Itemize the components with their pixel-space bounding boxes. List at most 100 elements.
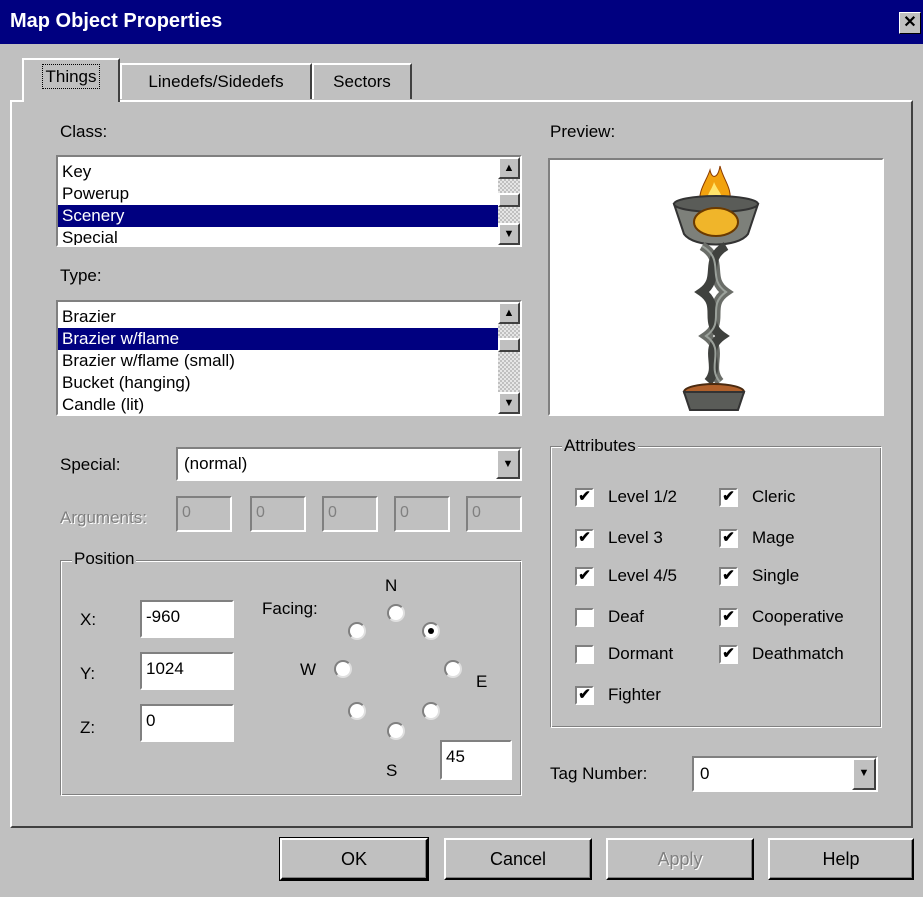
help-button[interactable]: Help bbox=[768, 838, 914, 880]
attributes-title: Attributes bbox=[562, 436, 638, 456]
ok-button[interactable]: OK bbox=[279, 837, 429, 881]
fighter-checkbox[interactable]: ✔ bbox=[575, 686, 594, 705]
class-scrollbar[interactable]: ▲ ▼ bbox=[498, 157, 520, 245]
argument-field: 0 bbox=[466, 496, 522, 532]
list-item-selected[interactable]: Brazier w/flame bbox=[58, 328, 498, 350]
dropdown-button[interactable]: ▼ bbox=[496, 449, 520, 479]
argument-field: 0 bbox=[322, 496, 378, 532]
special-value: (normal) bbox=[184, 454, 248, 473]
dormant-checkbox[interactable] bbox=[575, 645, 594, 664]
tag-number-dropdown[interactable]: 0 ▼ bbox=[692, 756, 878, 792]
scroll-up-button[interactable]: ▲ bbox=[498, 157, 520, 179]
deaf-label: Deaf bbox=[608, 607, 644, 626]
y-field[interactable]: 1024 bbox=[140, 652, 234, 690]
chevron-down-icon: ▼ bbox=[502, 458, 514, 470]
level-3-label: Level 3 bbox=[608, 528, 663, 547]
z-label: Z: bbox=[80, 718, 96, 737]
down-arrow-icon: ▼ bbox=[503, 228, 515, 240]
facing-radio-nw[interactable] bbox=[348, 622, 366, 640]
type-listbox[interactable]: Brazier Brazier w/flame Brazier w/flame … bbox=[56, 300, 522, 416]
check-icon: ✔ bbox=[722, 529, 735, 546]
list-item[interactable]: Powerup bbox=[58, 183, 498, 205]
close-icon: ✕ bbox=[903, 14, 917, 31]
level-4-5-label: Level 4/5 bbox=[608, 566, 677, 585]
x-field[interactable]: -960 bbox=[140, 600, 234, 638]
check-icon: ✔ bbox=[722, 488, 735, 505]
scroll-down-button[interactable]: ▼ bbox=[498, 223, 520, 245]
list-item[interactable]: Brazier w/flame (small) bbox=[58, 350, 498, 372]
facing-field[interactable]: 45 bbox=[440, 740, 512, 780]
check-icon: ✔ bbox=[578, 488, 591, 505]
list-item[interactable]: Bucket (hanging) bbox=[58, 372, 498, 394]
cleric-checkbox[interactable]: ✔ bbox=[719, 488, 738, 507]
scroll-thumb[interactable] bbox=[498, 338, 520, 352]
window-title: Map Object Properties bbox=[10, 10, 223, 32]
list-item[interactable]: Brazier bbox=[58, 306, 498, 328]
facing-radio-se[interactable] bbox=[422, 702, 440, 720]
deathmatch-checkbox[interactable]: ✔ bbox=[719, 645, 738, 664]
facing-radio-s[interactable] bbox=[387, 722, 405, 740]
facing-radio-n[interactable] bbox=[387, 604, 405, 622]
compass-n-label: N bbox=[385, 576, 398, 595]
facing-radio-ne[interactable] bbox=[422, 622, 440, 640]
argument-field: 0 bbox=[394, 496, 450, 532]
scroll-thumb[interactable] bbox=[498, 193, 520, 207]
chevron-down-icon: ▼ bbox=[858, 767, 870, 779]
arguments-label: Arguments: bbox=[60, 508, 147, 527]
facing-label: Facing: bbox=[262, 599, 318, 618]
tab-linedefs-sidedefs[interactable]: Linedefs/Sidedefs bbox=[120, 63, 312, 99]
tab-label: Things bbox=[42, 64, 100, 89]
single-checkbox[interactable]: ✔ bbox=[719, 567, 738, 586]
position-title: Position bbox=[72, 549, 137, 569]
class-listbox[interactable]: Key Powerup Scenery Special ▲ ▼ bbox=[56, 155, 522, 247]
tab-label: Linedefs/Sidedefs bbox=[148, 72, 284, 91]
dormant-label: Dormant bbox=[608, 644, 674, 663]
check-icon: ✔ bbox=[722, 567, 735, 584]
facing-radio-sw[interactable] bbox=[348, 702, 366, 720]
cooperative-checkbox[interactable]: ✔ bbox=[719, 608, 738, 627]
scroll-up-button[interactable]: ▲ bbox=[498, 302, 520, 324]
scroll-track[interactable] bbox=[498, 324, 520, 392]
check-icon: ✔ bbox=[578, 686, 591, 703]
tab-label: Sectors bbox=[333, 72, 391, 91]
check-icon: ✔ bbox=[578, 567, 591, 584]
check-icon: ✔ bbox=[722, 645, 735, 662]
level-3-checkbox[interactable]: ✔ bbox=[575, 529, 594, 548]
class-label: Class: bbox=[60, 122, 108, 141]
x-label: X: bbox=[80, 610, 97, 629]
special-dropdown[interactable]: (normal) ▼ bbox=[176, 447, 522, 481]
tab-sectors[interactable]: Sectors bbox=[312, 63, 412, 99]
fighter-label: Fighter bbox=[608, 685, 661, 704]
title-bar: Map Object Properties bbox=[0, 0, 923, 44]
z-field[interactable]: 0 bbox=[140, 704, 234, 742]
check-icon: ✔ bbox=[578, 529, 591, 546]
deaf-checkbox[interactable] bbox=[575, 608, 594, 627]
facing-radio-w[interactable] bbox=[334, 660, 352, 678]
single-label: Single bbox=[752, 566, 800, 585]
level-1-2-label: Level 1/2 bbox=[608, 487, 677, 506]
mage-checkbox[interactable]: ✔ bbox=[719, 529, 738, 548]
facing-radio-e[interactable] bbox=[444, 660, 462, 678]
close-button[interactable]: ✕ bbox=[899, 12, 921, 34]
level-4-5-checkbox[interactable]: ✔ bbox=[575, 567, 594, 586]
level-1-2-checkbox[interactable]: ✔ bbox=[575, 488, 594, 507]
cooperative-label: Cooperative bbox=[752, 607, 844, 626]
dropdown-button[interactable]: ▼ bbox=[852, 758, 876, 790]
compass-e-label: E bbox=[476, 672, 488, 691]
tag-number-value: 0 bbox=[700, 764, 710, 783]
list-item[interactable]: Candle (lit) bbox=[58, 394, 498, 414]
tag-number-label: Tag Number: bbox=[550, 764, 648, 783]
scroll-down-button[interactable]: ▼ bbox=[498, 392, 520, 414]
list-item[interactable]: Key bbox=[58, 161, 498, 183]
deathmatch-label: Deathmatch bbox=[752, 644, 844, 663]
compass-w-label: W bbox=[300, 660, 317, 679]
cancel-button[interactable]: Cancel bbox=[444, 838, 592, 880]
tab-things[interactable]: Things bbox=[22, 58, 120, 102]
list-item[interactable]: Special bbox=[58, 227, 498, 245]
attributes-group bbox=[550, 446, 882, 728]
preview-box bbox=[548, 158, 884, 416]
apply-button[interactable]: Apply bbox=[606, 838, 754, 880]
type-scrollbar[interactable]: ▲ ▼ bbox=[498, 302, 520, 414]
up-arrow-icon: ▲ bbox=[503, 162, 515, 174]
list-item-selected[interactable]: Scenery bbox=[58, 205, 498, 227]
